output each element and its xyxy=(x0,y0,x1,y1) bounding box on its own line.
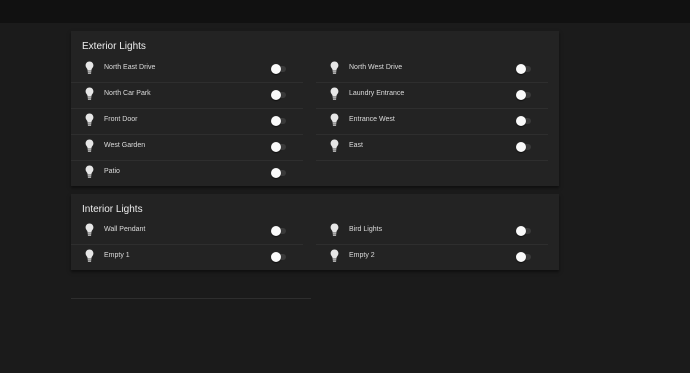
card-title: Interior Lights xyxy=(82,204,143,215)
top-app-bar xyxy=(0,0,690,23)
light-toggle[interactable] xyxy=(271,142,287,152)
light-label: Empty 2 xyxy=(349,252,375,259)
lightbulb-icon xyxy=(330,87,339,101)
light-row: Empty 2 xyxy=(316,244,548,270)
light-label: Entrance West xyxy=(349,116,395,123)
card-title: Exterior Lights xyxy=(82,41,146,52)
light-label: Laundry Entrance xyxy=(349,90,405,97)
light-label: Empty 1 xyxy=(104,252,130,259)
light-row: North West Drive xyxy=(316,56,548,83)
light-row: North East Drive xyxy=(71,56,303,83)
light-label: West Garden xyxy=(104,142,146,149)
exterior-lights-card: Exterior Lights North East Drive North C… xyxy=(71,31,559,186)
lightbulb-icon xyxy=(85,249,94,263)
interior-lights-card: Interior Lights Wall Pendant Empty 1 Bir… xyxy=(71,194,559,270)
lightbulb-icon xyxy=(330,61,339,75)
light-toggle[interactable] xyxy=(516,142,532,152)
light-toggle[interactable] xyxy=(271,64,287,74)
light-toggle[interactable] xyxy=(516,116,532,126)
light-row: Patio xyxy=(71,160,303,186)
lightbulb-icon xyxy=(85,139,94,153)
light-label: Bird Lights xyxy=(349,226,383,233)
light-row: Front Door xyxy=(71,108,303,135)
lightbulb-icon xyxy=(330,113,339,127)
light-label: Patio xyxy=(104,168,120,175)
light-toggle[interactable] xyxy=(271,226,287,236)
light-label: North West Drive xyxy=(349,64,403,71)
light-toggle[interactable] xyxy=(271,168,287,178)
light-row: North Car Park xyxy=(71,82,303,109)
light-toggle[interactable] xyxy=(271,252,287,262)
light-row: Laundry Entrance xyxy=(316,82,548,109)
divider xyxy=(71,298,311,299)
light-label: East xyxy=(349,142,364,149)
lightbulb-icon xyxy=(85,113,94,127)
lightbulb-icon xyxy=(330,249,339,263)
lightbulb-icon xyxy=(330,223,339,237)
light-row: Empty 1 xyxy=(71,244,303,270)
light-row: East xyxy=(316,134,548,161)
lightbulb-icon xyxy=(85,87,94,101)
light-toggle[interactable] xyxy=(271,90,287,100)
light-toggle[interactable] xyxy=(271,116,287,126)
light-toggle[interactable] xyxy=(516,252,532,262)
lightbulb-icon xyxy=(85,165,94,179)
light-row: Wall Pendant xyxy=(71,218,303,245)
light-toggle[interactable] xyxy=(516,90,532,100)
light-label: Front Door xyxy=(104,116,138,123)
light-label: North Car Park xyxy=(104,90,151,97)
light-toggle[interactable] xyxy=(516,64,532,74)
light-label: Wall Pendant xyxy=(104,226,146,233)
light-label: North East Drive xyxy=(104,64,156,71)
light-toggle[interactable] xyxy=(516,226,532,236)
light-row: West Garden xyxy=(71,134,303,161)
light-row: Bird Lights xyxy=(316,218,548,245)
lightbulb-icon xyxy=(85,61,94,75)
lightbulb-icon xyxy=(330,139,339,153)
light-row: Entrance West xyxy=(316,108,548,135)
lightbulb-icon xyxy=(85,223,94,237)
